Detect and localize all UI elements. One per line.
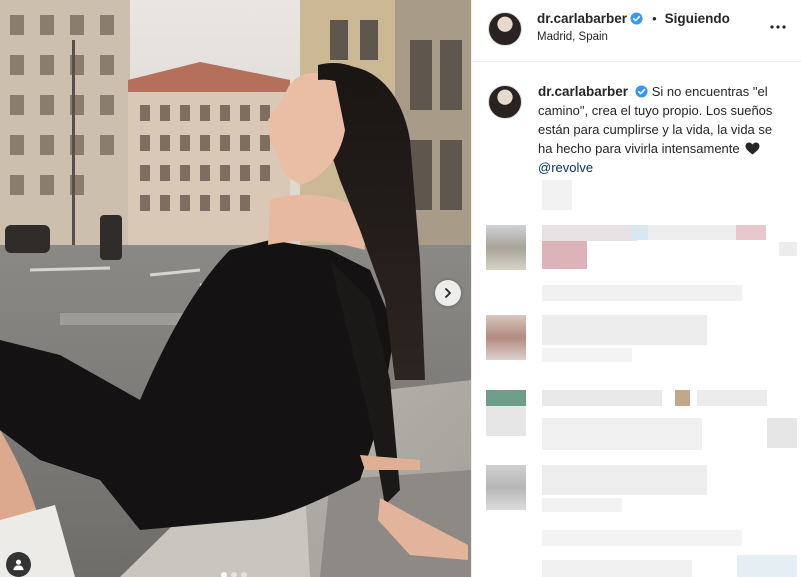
caption-text: dr.carlabarber Si no encuentras "el cami… xyxy=(538,82,785,177)
verified-badge-icon xyxy=(630,12,643,25)
post-header-top-line: dr.carlabarber • Siguiendo xyxy=(537,11,730,26)
mention-link[interactable]: @revolve xyxy=(538,160,593,175)
chevron-right-icon xyxy=(445,288,451,298)
caption-avatar[interactable] xyxy=(488,85,522,119)
post-photo[interactable] xyxy=(0,0,471,577)
verified-badge-icon xyxy=(635,85,648,98)
location-link[interactable]: Madrid, Spain xyxy=(537,31,608,43)
carousel-indicator xyxy=(221,572,247,577)
avatar[interactable] xyxy=(488,12,522,46)
carousel-next-button[interactable] xyxy=(435,280,461,306)
blurred-comments-area xyxy=(472,180,801,577)
carousel-dot xyxy=(241,572,247,577)
carousel-dot xyxy=(231,572,237,577)
caption-username-link[interactable]: dr.carlabarber xyxy=(538,84,628,99)
user-tag-button[interactable] xyxy=(6,552,31,577)
header-separator: • xyxy=(652,11,657,26)
post-caption: dr.carlabarber Si no encuentras "el cami… xyxy=(472,62,801,177)
black-heart-icon xyxy=(745,142,760,155)
post-header: dr.carlabarber • Siguiendo Madrid, Spain xyxy=(472,0,801,62)
post-image xyxy=(0,0,471,577)
username-link[interactable]: dr.carlabarber xyxy=(537,11,627,26)
post-side-panel: dr.carlabarber • Siguiendo Madrid, Spain… xyxy=(471,0,801,577)
carousel-dot-active xyxy=(221,572,227,577)
user-tag-icon xyxy=(13,559,24,571)
following-button[interactable]: Siguiendo xyxy=(665,11,730,26)
more-options-icon[interactable] xyxy=(769,18,787,36)
